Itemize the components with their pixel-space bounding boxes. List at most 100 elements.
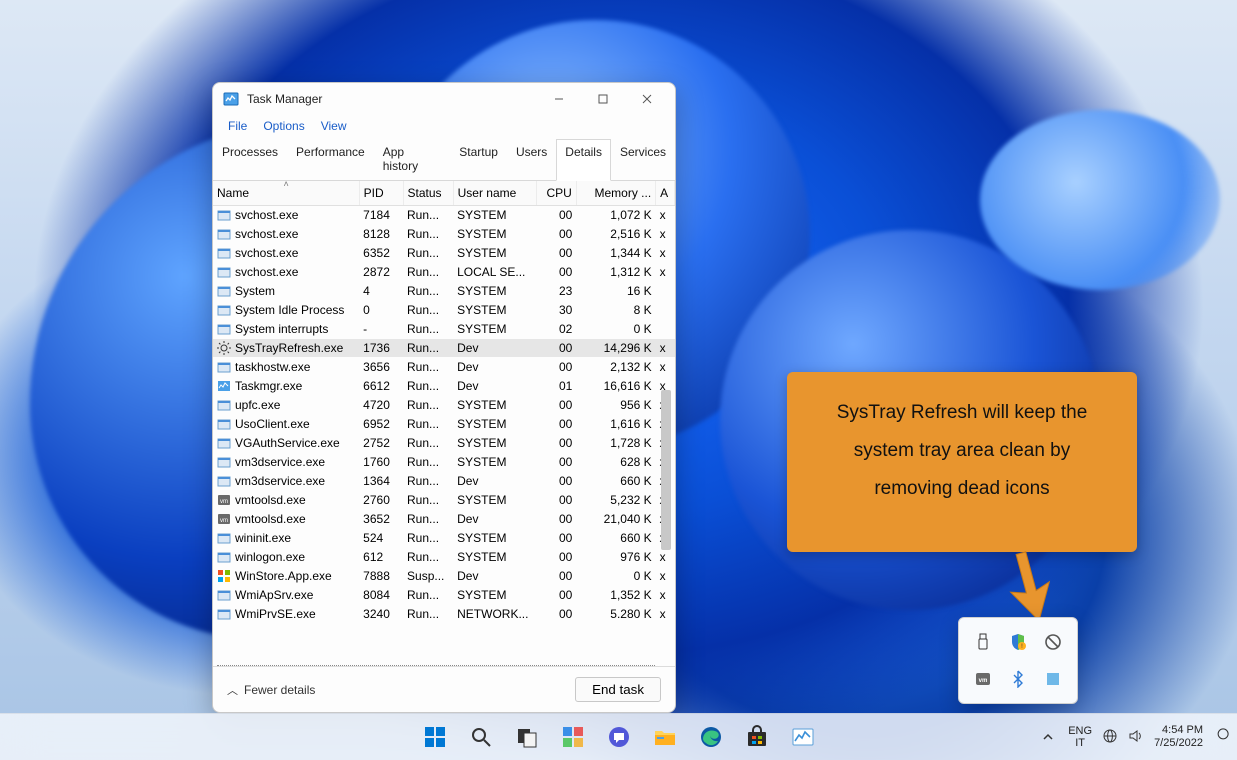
tab-startup[interactable]: Startup	[450, 139, 507, 180]
task-view-button[interactable]	[507, 717, 547, 757]
table-row[interactable]: VGAuthService.exe2752Run...SYSTEM001,728…	[213, 434, 675, 453]
process-name: UsoClient.exe	[235, 417, 310, 431]
cell: SYSTEM	[453, 225, 537, 244]
cell: SYSTEM	[453, 320, 537, 339]
tab-services[interactable]: Services	[611, 139, 675, 180]
widgets-button[interactable]	[553, 717, 593, 757]
menu-file[interactable]: File	[221, 117, 254, 135]
cell: 1,728 K	[576, 434, 655, 453]
cell: 23	[537, 282, 577, 301]
edge-button[interactable]	[691, 717, 731, 757]
table-row[interactable]: WmiPrvSE.exe3240Run...NETWORK...005.280 …	[213, 605, 675, 624]
time-text: 4:54 PM	[1154, 724, 1203, 737]
process-name: svchost.exe	[235, 246, 298, 260]
cell: Run...	[403, 301, 453, 320]
notification-center-button[interactable]	[1213, 728, 1229, 747]
network-icon[interactable]	[1102, 728, 1118, 747]
table-row[interactable]: WmiApSrv.exe8084Run...SYSTEM001,352 Kx	[213, 586, 675, 605]
column-header-pid[interactable]: PID	[359, 181, 403, 206]
table-row[interactable]: wininit.exe524Run...SYSTEM00660 Kx	[213, 529, 675, 548]
cell: 00	[537, 396, 577, 415]
table-row[interactable]: Taskmgr.exe6612Run...Dev0116,616 Kx	[213, 377, 675, 396]
table-row[interactable]: taskhostw.exe3656Run...Dev002,132 Kx	[213, 358, 675, 377]
bluetooth-icon[interactable]	[1007, 668, 1029, 690]
table-row[interactable]: System interrupts-Run...SYSTEM020 K	[213, 320, 675, 339]
column-header-status[interactable]: Status	[403, 181, 453, 206]
table-row[interactable]: vmvmtoolsd.exe3652Run...Dev0021,040 Kx	[213, 510, 675, 529]
usb-icon[interactable]	[972, 631, 994, 653]
table-row[interactable]: svchost.exe2872Run...LOCAL SE...001,312 …	[213, 263, 675, 282]
tab-processes[interactable]: Processes	[213, 139, 287, 180]
systray-refresh-icon[interactable]	[1042, 668, 1064, 690]
systray-chevron-button[interactable]	[1038, 727, 1058, 747]
file-explorer-button[interactable]	[645, 717, 685, 757]
cell: 00	[537, 206, 577, 225]
cell: SYSTEM	[453, 282, 537, 301]
end-task-button[interactable]: End task	[575, 677, 661, 702]
table-row[interactable]: upfc.exe4720Run...SYSTEM00956 Kx	[213, 396, 675, 415]
tab-details[interactable]: Details	[556, 139, 611, 181]
process-name: System interrupts	[235, 322, 328, 336]
cell: 524	[359, 529, 403, 548]
column-header-user-name[interactable]: User name	[453, 181, 537, 206]
do-not-disturb-icon[interactable]	[1042, 631, 1064, 653]
clock[interactable]: 4:54 PM7/25/2022	[1154, 724, 1203, 750]
cell: 0 K	[576, 320, 655, 339]
column-header-memory-[interactable]: Memory ...	[576, 181, 655, 206]
menu-options[interactable]: Options	[256, 117, 311, 135]
process-name: WmiPrvSE.exe	[235, 607, 316, 621]
table-row[interactable]: System4Run...SYSTEM2316 K	[213, 282, 675, 301]
table-row[interactable]: vm3dservice.exe1760Run...SYSTEM00628 Kx	[213, 453, 675, 472]
process-name: vm3dservice.exe	[235, 455, 325, 469]
column-header-name[interactable]: Name˄	[213, 181, 359, 206]
fewer-details-button[interactable]: ︿ Fewer details	[227, 682, 315, 698]
chat-button[interactable]	[599, 717, 639, 757]
cell: 00	[537, 510, 577, 529]
security-shield-icon[interactable]: !	[1007, 631, 1029, 653]
task-manager-taskbar-button[interactable]	[783, 717, 823, 757]
cell: 2752	[359, 434, 403, 453]
process-name: WmiApSrv.exe	[235, 588, 313, 602]
cell: Run...	[403, 282, 453, 301]
window-title: Task Manager	[247, 92, 537, 106]
search-button[interactable]	[461, 717, 501, 757]
table-row[interactable]: UsoClient.exe6952Run...SYSTEM001,616 Kx	[213, 415, 675, 434]
microsoft-store-button[interactable]	[737, 717, 777, 757]
menu-view[interactable]: View	[314, 117, 354, 135]
scrollbar-thumb[interactable]	[661, 390, 671, 550]
process-icon	[217, 265, 231, 279]
cell: 00	[537, 605, 577, 624]
vmware-icon[interactable]: vm	[972, 668, 994, 690]
table-row[interactable]: WinStore.App.exe7888Susp...Dev000 Kx	[213, 567, 675, 586]
svg-text:vm: vm	[220, 518, 228, 524]
cell: Dev	[453, 358, 537, 377]
column-header-a[interactable]: A	[656, 181, 675, 206]
date-text: 7/25/2022	[1154, 737, 1203, 750]
cell: 00	[537, 491, 577, 510]
table-row[interactable]: winlogon.exe612Run...SYSTEM00976 Kx	[213, 548, 675, 567]
volume-icon[interactable]	[1128, 728, 1144, 747]
process-icon	[217, 360, 231, 374]
minimize-button[interactable]	[537, 84, 581, 114]
language-indicator[interactable]: ENGIT	[1068, 725, 1092, 749]
table-row[interactable]: svchost.exe7184Run...SYSTEM001,072 Kx	[213, 206, 675, 225]
table-row[interactable]: System Idle Process0Run...SYSTEM308 K	[213, 301, 675, 320]
column-header-cpu[interactable]: CPU	[537, 181, 577, 206]
close-button[interactable]	[625, 84, 669, 114]
process-name: SysTrayRefresh.exe	[235, 341, 343, 355]
tab-users[interactable]: Users	[507, 139, 556, 180]
start-button[interactable]	[415, 717, 455, 757]
table-row[interactable]: vmvmtoolsd.exe2760Run...SYSTEM005,232 Kx	[213, 491, 675, 510]
table-row[interactable]: svchost.exe6352Run...SYSTEM001,344 Kx	[213, 244, 675, 263]
table-row[interactable]: vm3dservice.exe1364Run...Dev00660 Kx	[213, 472, 675, 491]
titlebar[interactable]: Task Manager	[213, 83, 675, 115]
vertical-scrollbar[interactable]	[659, 207, 673, 664]
tab-app-history[interactable]: App history	[374, 139, 451, 180]
tab-performance[interactable]: Performance	[287, 139, 374, 180]
table-row[interactable]: SysTrayRefresh.exe1736Run...Dev0014,296 …	[213, 339, 675, 358]
table-row[interactable]: svchost.exe8128Run...SYSTEM002,516 Kx	[213, 225, 675, 244]
cell: 8084	[359, 586, 403, 605]
cell: 6352	[359, 244, 403, 263]
maximize-button[interactable]	[581, 84, 625, 114]
annotation-callout: SysTray Refresh will keep the system tra…	[787, 372, 1137, 552]
